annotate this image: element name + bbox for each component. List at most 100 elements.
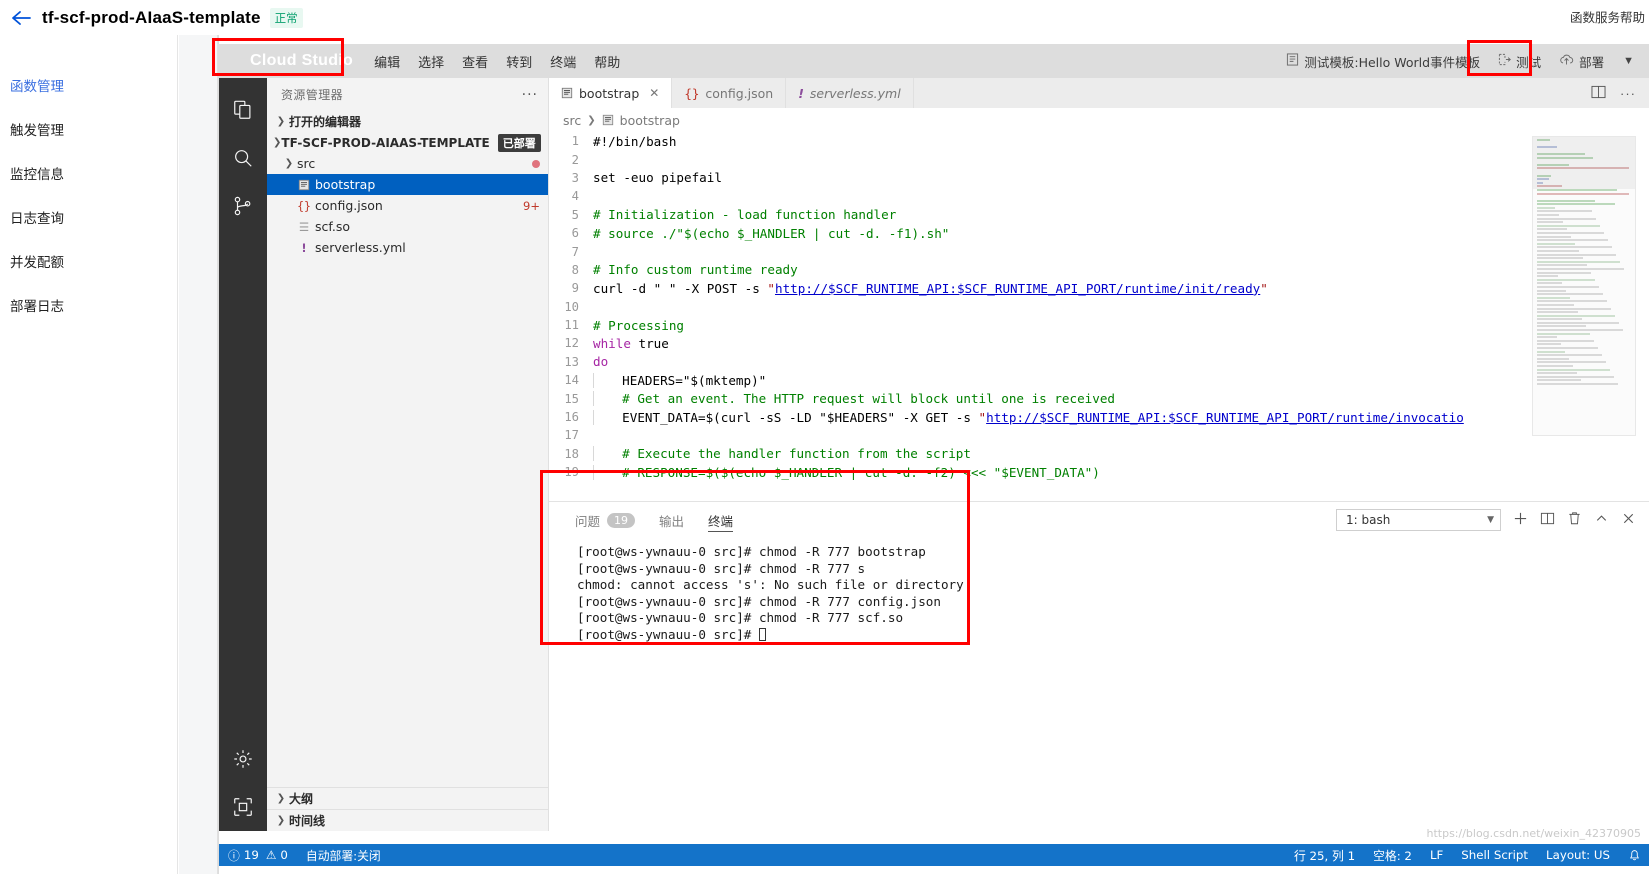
split-terminal-icon[interactable] xyxy=(1540,511,1555,529)
folder-label: src xyxy=(297,156,316,171)
problems-count-badge: 19 xyxy=(607,512,636,528)
menu-view[interactable]: 查看 xyxy=(462,52,488,71)
tab-serverless-yml[interactable]: ! serverless.yml xyxy=(786,78,914,108)
minimap-line xyxy=(1537,239,1608,242)
code-token: "$(mktemp)" xyxy=(682,372,767,388)
content-gutter xyxy=(179,35,218,874)
tab-config-json[interactable]: {} config.json xyxy=(672,78,787,108)
sidebar-item-concurrency-quota[interactable]: 并发配额 xyxy=(0,239,177,283)
code-token: while xyxy=(593,335,631,351)
minimap-line xyxy=(1537,264,1587,267)
bell-icon[interactable] xyxy=(1619,849,1649,862)
code-text: # Execute the handler function from the … xyxy=(593,446,971,462)
line-number: 6 xyxy=(571,226,579,241)
tab-bootstrap[interactable]: bootstrap ✕ xyxy=(549,78,673,108)
project-root-row[interactable]: ❯ TF-SCF-PROD-AIAAS-TEMPLATE 已部署 xyxy=(267,132,548,153)
code-token: # Initialization - load function handler xyxy=(593,207,897,223)
breadcrumb-src[interactable]: src xyxy=(563,113,581,128)
status-language-mode[interactable]: Shell Script xyxy=(1452,848,1537,862)
status-keyboard-layout[interactable]: Layout: US xyxy=(1537,848,1619,862)
split-editor-icon[interactable] xyxy=(1591,85,1606,102)
more-actions-icon[interactable]: ··· xyxy=(1620,86,1636,101)
remote-explorer-icon[interactable] xyxy=(219,783,267,831)
terminal-output[interactable]: [root@ws-ywnauu-0 src]# chmod -R 777 boo… xyxy=(549,538,1649,644)
outline-label: 大纲 xyxy=(289,792,314,806)
minimap-line xyxy=(1537,206,1555,209)
terminal-lines: [root@ws-ywnauu-0 src]# chmod -R 777 boo… xyxy=(577,544,1649,644)
menu-edit[interactable]: 编辑 xyxy=(374,52,400,71)
minimap-line xyxy=(1537,361,1606,364)
test-button[interactable]: 测试 xyxy=(1489,49,1550,74)
status-auto-deploy[interactable]: 自动部署:关闭 xyxy=(297,847,390,864)
minimap-line xyxy=(1537,293,1603,296)
outline-section[interactable]: ❯ 大纲 xyxy=(267,787,549,809)
menu-selection[interactable]: 选择 xyxy=(418,52,444,71)
open-editors-section[interactable]: ❯ 打开的编辑器 xyxy=(267,111,548,132)
help-link[interactable]: 函数服务帮助 xyxy=(1570,7,1645,26)
code-line: 4 xyxy=(549,187,1649,205)
minimap-line xyxy=(1537,188,1618,191)
close-panel-icon[interactable] xyxy=(1621,511,1636,529)
file-serverless-yml[interactable]: ! serverless.yml xyxy=(267,237,548,258)
watermark: https://blog.csdn.net/weixin_42370905 xyxy=(1426,827,1641,840)
line-number: 13 xyxy=(564,354,579,369)
menu-help[interactable]: 帮助 xyxy=(594,52,620,71)
minimap-line xyxy=(1537,339,1594,342)
file-bootstrap[interactable]: bootstrap xyxy=(267,174,548,195)
timeline-section[interactable]: ❯ 时间线 xyxy=(267,809,549,831)
terminal-line: [root@ws-ywnauu-0 src]# chmod -R 777 s xyxy=(577,560,866,576)
code-line: 18 # Execute the handler function from t… xyxy=(549,445,1649,463)
panel-tab-terminal[interactable]: 终端 xyxy=(708,502,734,538)
back-arrow-icon[interactable] xyxy=(0,0,42,35)
deploy-button[interactable]: 部署 xyxy=(1550,49,1613,74)
panel-tab-problems[interactable]: 问题 19 xyxy=(575,502,636,538)
sidebar-item-deploy-log[interactable]: 部署日志 xyxy=(0,283,177,327)
maximize-panel-icon[interactable] xyxy=(1594,511,1609,529)
breadcrumb-file[interactable]: bootstrap xyxy=(620,113,680,128)
menu-go[interactable]: 转到 xyxy=(506,52,532,71)
terminal-line: [root@ws-ywnauu-0 src]# chmod -R 777 boo… xyxy=(577,544,926,559)
code-editor[interactable]: 1 #!/bin/bash 2 3 set -euo pipefail 4 5 # Initi… xyxy=(549,132,1649,831)
chevron-down-icon[interactable]: ▼ xyxy=(1613,52,1644,70)
explorer-icon[interactable] xyxy=(219,86,267,134)
more-actions-icon[interactable]: ··· xyxy=(522,87,538,103)
folder-src[interactable]: ❯ src xyxy=(267,153,548,174)
menu-terminal[interactable]: 终端 xyxy=(550,52,576,71)
search-icon[interactable] xyxy=(219,134,267,182)
test-template-button[interactable]: 测试模板:Hello World事件模板 xyxy=(1277,49,1489,74)
code-line: 13 do xyxy=(549,353,1649,371)
line-number: 12 xyxy=(564,336,579,351)
source-control-icon[interactable] xyxy=(219,182,267,230)
file-config-json[interactable]: {} config.json 9+ xyxy=(267,195,548,216)
terminal-select[interactable]: 1: bash ▼ xyxy=(1336,509,1501,531)
line-number: 9 xyxy=(571,281,579,296)
sidebar-item-log-query[interactable]: 日志查询 xyxy=(0,195,177,239)
status-problems[interactable]: ⓘ 19 ⚠ 0 xyxy=(219,847,297,864)
file-scf-so[interactable]: ☰ scf.so xyxy=(267,216,548,237)
code-line: 2 xyxy=(549,150,1649,168)
sidebar-item-trigger-management[interactable]: 触发管理 xyxy=(0,107,177,151)
warning-icon: ⚠ xyxy=(265,848,277,862)
minimap[interactable] xyxy=(1532,136,1636,436)
settings-gear-icon[interactable] xyxy=(219,735,267,783)
kill-terminal-icon[interactable] xyxy=(1567,511,1582,529)
code-line: 3 set -euo pipefail xyxy=(549,169,1649,187)
status-eol[interactable]: LF xyxy=(1421,848,1452,862)
panel-tab-label: 问题 xyxy=(575,513,601,529)
status-cursor-position[interactable]: 行 25, 列 1 xyxy=(1285,847,1364,864)
new-terminal-icon[interactable] xyxy=(1513,511,1528,529)
close-icon[interactable]: ✕ xyxy=(649,86,659,100)
status-indentation[interactable]: 空格: 2 xyxy=(1364,847,1421,864)
explorer-panel: 资源管理器 ··· ❯ 打开的编辑器 ❯ TF-SCF-PROD-AIAAS-T… xyxy=(267,78,549,831)
sidebar-item-monitoring[interactable]: 监控信息 xyxy=(0,151,177,195)
code-token: #!/bin/bash xyxy=(593,133,677,149)
minimap-line xyxy=(1537,300,1607,303)
explorer-title: 资源管理器 xyxy=(281,88,344,102)
code-text: # Processing xyxy=(593,318,684,333)
minimap-slider[interactable] xyxy=(1533,137,1635,189)
minimap-line xyxy=(1537,347,1598,350)
line-number: 14 xyxy=(564,373,579,388)
panel-tab-output[interactable]: 输出 xyxy=(659,502,684,538)
sidebar-item-function-management[interactable]: 函数管理 xyxy=(0,63,177,107)
code-lines: 1 #!/bin/bash 2 3 set -euo pipefail 4 5 # Initi… xyxy=(549,132,1649,481)
